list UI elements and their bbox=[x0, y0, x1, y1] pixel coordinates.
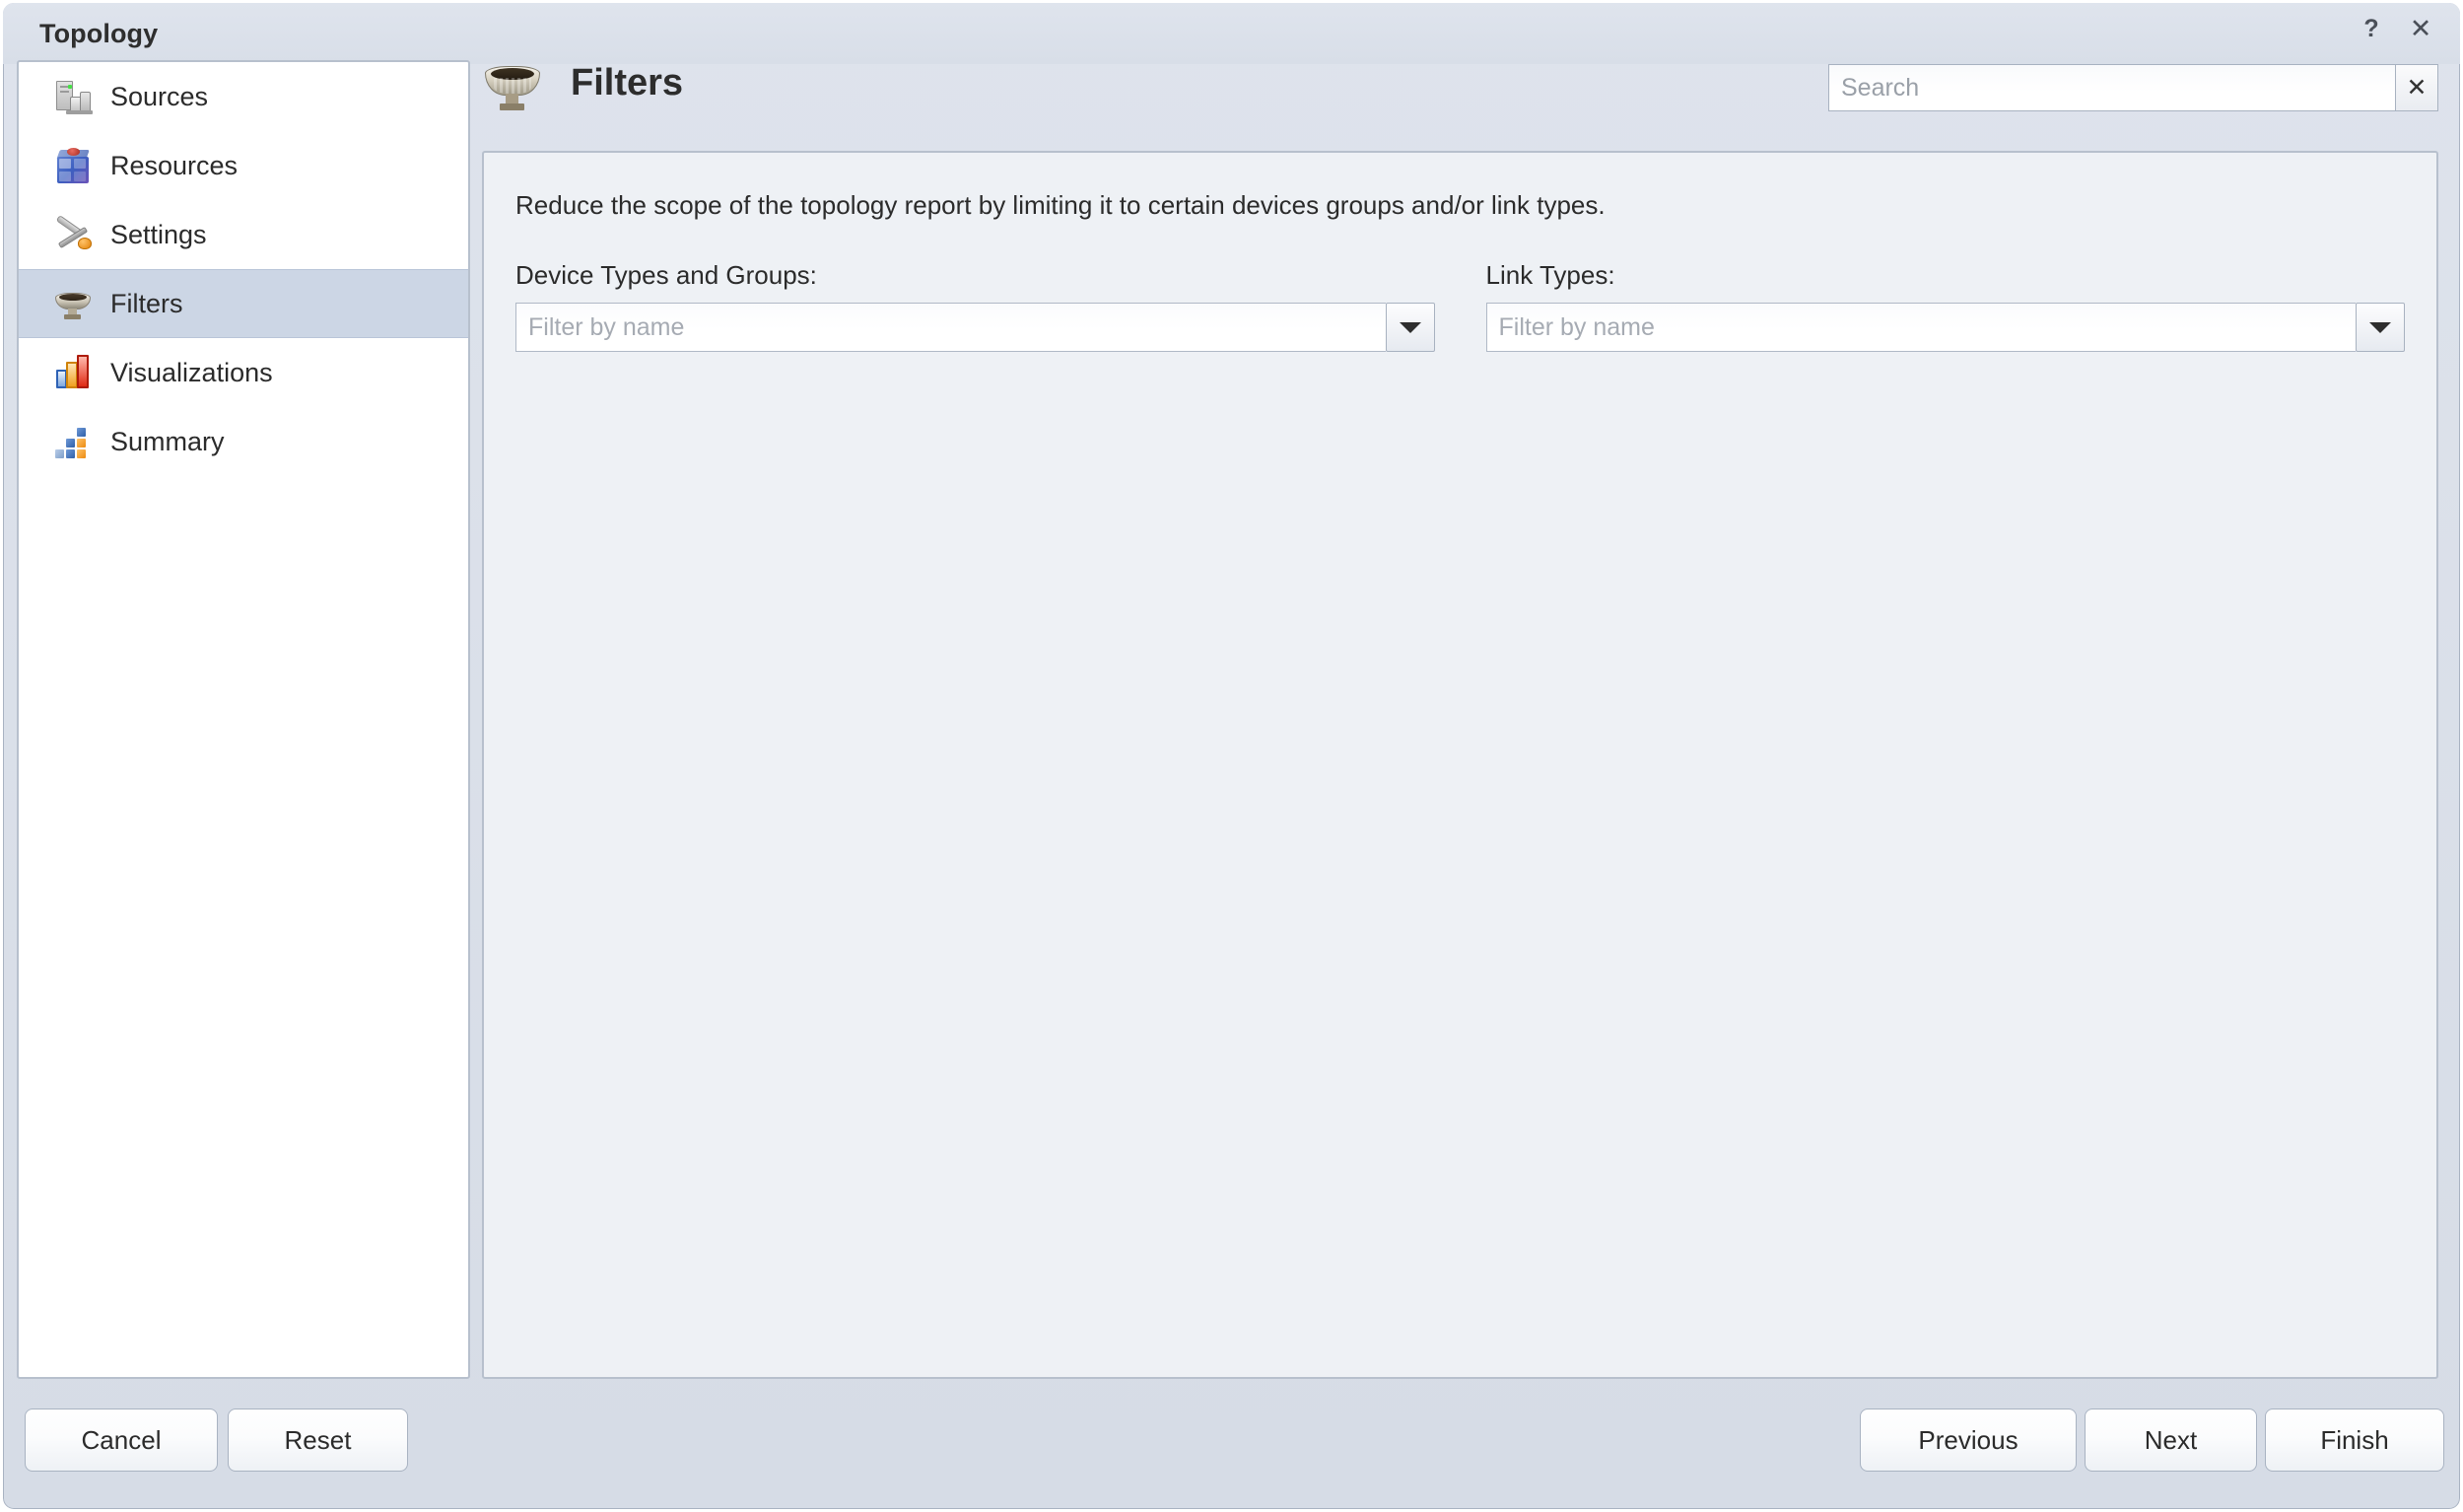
reset-button[interactable]: Reset bbox=[228, 1409, 408, 1472]
sidebar-item-resources[interactable]: Resources bbox=[19, 131, 468, 200]
cube-icon bbox=[51, 144, 95, 187]
cancel-button[interactable]: Cancel bbox=[25, 1409, 218, 1472]
link-types-combobox[interactable] bbox=[1485, 303, 2405, 352]
chevron-down-icon bbox=[1399, 321, 1421, 333]
link-types-field-group: Link Types: bbox=[1485, 260, 2405, 352]
content-panel: Reduce the scope of the topology report … bbox=[482, 151, 2438, 1379]
sidebar-item-summary[interactable]: Summary bbox=[19, 407, 468, 476]
sidebar-item-visualizations[interactable]: Visualizations bbox=[19, 338, 468, 407]
page-header: Filters ✕ bbox=[482, 54, 2438, 121]
device-types-field-group: Device Types and Groups: bbox=[515, 260, 1435, 352]
funnel-icon bbox=[482, 56, 543, 117]
link-types-dropdown-button[interactable] bbox=[2356, 303, 2405, 352]
server-icon bbox=[51, 75, 95, 118]
sidebar-item-sources[interactable]: Sources bbox=[19, 62, 468, 131]
device-types-input[interactable] bbox=[515, 303, 1386, 352]
close-icon[interactable]: ✕ bbox=[2403, 11, 2438, 46]
finish-button[interactable]: Finish bbox=[2265, 1409, 2444, 1472]
link-types-input[interactable] bbox=[1485, 303, 2356, 352]
topology-window: Topology ? ✕ Sources Resources Settings bbox=[0, 0, 2463, 1512]
bar-chart-icon bbox=[51, 351, 95, 394]
sidebar-item-filters[interactable]: Filters bbox=[19, 269, 468, 338]
filter-fields-row: Device Types and Groups: Link Types: bbox=[515, 260, 2405, 352]
clear-search-icon[interactable]: ✕ bbox=[2395, 64, 2438, 111]
device-types-combobox[interactable] bbox=[515, 303, 1435, 352]
funnel-icon bbox=[51, 282, 95, 325]
sidebar-item-label: Resources bbox=[110, 150, 239, 180]
sidebar-item-label: Filters bbox=[110, 288, 183, 318]
sidebar-item-label: Settings bbox=[110, 219, 207, 249]
sidebar: Sources Resources Settings Filters Visua bbox=[17, 60, 470, 1379]
sidebar-item-label: Sources bbox=[110, 81, 209, 111]
device-types-label: Device Types and Groups: bbox=[515, 260, 817, 290]
search-input[interactable] bbox=[1828, 64, 2395, 111]
sidebar-item-label: Visualizations bbox=[110, 357, 273, 387]
panel-description: Reduce the scope of the topology report … bbox=[515, 190, 1606, 220]
blocks-icon bbox=[51, 420, 95, 463]
chevron-down-icon bbox=[2369, 321, 2391, 333]
window-title: Topology bbox=[39, 18, 159, 48]
page-title: Filters bbox=[571, 62, 684, 103]
tools-icon bbox=[51, 213, 95, 256]
previous-button[interactable]: Previous bbox=[1860, 1409, 2077, 1472]
device-types-dropdown-button[interactable] bbox=[1385, 303, 1435, 352]
window-controls: ? ✕ bbox=[2354, 11, 2438, 46]
search-box: ✕ bbox=[1828, 64, 2438, 111]
sidebar-item-settings[interactable]: Settings bbox=[19, 200, 468, 269]
sidebar-item-label: Summary bbox=[110, 426, 225, 456]
next-button[interactable]: Next bbox=[2085, 1409, 2257, 1472]
link-types-label: Link Types: bbox=[1485, 260, 1615, 290]
help-icon[interactable]: ? bbox=[2354, 11, 2389, 46]
